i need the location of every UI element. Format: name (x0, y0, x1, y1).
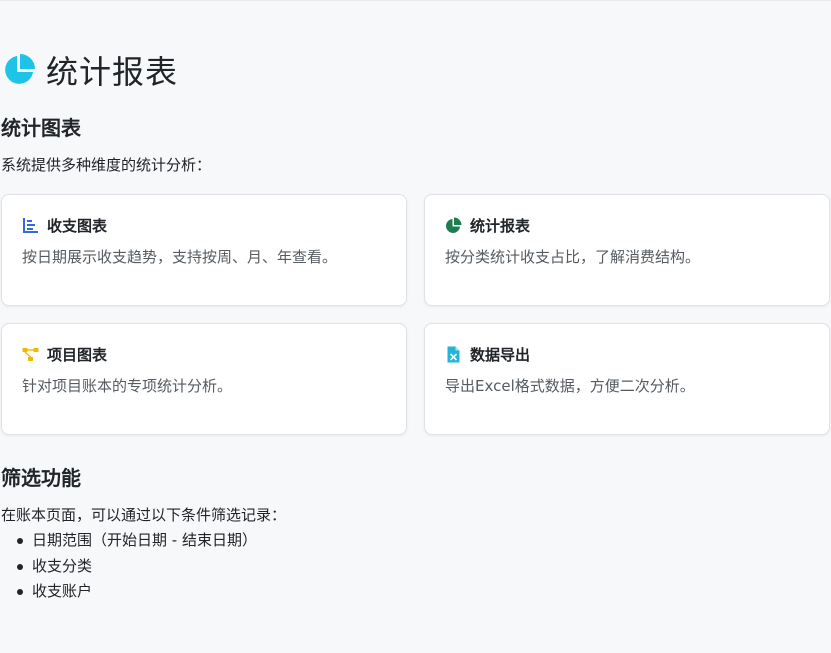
page-title-text: 统计报表 (46, 53, 179, 91)
card-statistics-report[interactable]: 统计报表 按分类统计收支占比，了解消费结构。 (424, 194, 830, 306)
card-title-text: 收支图表 (47, 217, 108, 235)
list-item: 日期范围（开始日期 - 结束日期） (17, 528, 257, 554)
card-project-chart[interactable]: 项目图表 针对项目账本的专项统计分析。 (1, 323, 407, 435)
filter-criteria-list: 日期范围（开始日期 - 结束日期） 收支分类 收支账户 (0, 528, 257, 605)
page-title: 统计报表 (2, 47, 178, 93)
card-description: 针对项目账本的专项统计分析。 (22, 377, 233, 395)
filter-section-intro: 在账本页面，可以通过以下条件筛选记录： (1, 506, 287, 524)
diagram-icon (22, 348, 39, 361)
pie-chart-icon (446, 217, 462, 233)
card-description: 按分类统计收支占比，了解消费结构。 (445, 248, 701, 266)
list-item: 收支分类 (17, 554, 257, 580)
card-title: 统计报表 (445, 215, 530, 236)
excel-file-icon (447, 346, 460, 363)
card-title: 数据导出 (445, 344, 530, 365)
top-border (0, 0, 831, 1)
card-income-expense-chart[interactable]: 收支图表 按日期展示收支趋势，支持按周、月、年查看。 (1, 194, 407, 306)
list-item: 收支账户 (17, 579, 257, 605)
card-description: 导出Excel格式数据，方便二次分析。 (445, 377, 695, 395)
card-title-text: 统计报表 (470, 217, 531, 235)
card-title: 项目图表 (22, 344, 107, 365)
card-description: 按日期展示收支趋势，支持按周、月、年查看。 (22, 248, 338, 266)
card-title-text: 数据导出 (470, 346, 531, 364)
pie-chart-icon (5, 54, 35, 84)
charts-section-intro: 系统提供多种维度的统计分析： (1, 156, 212, 174)
bar-chart-icon (23, 218, 38, 233)
charts-section-heading: 统计图表 (1, 116, 81, 140)
card-title: 收支图表 (22, 215, 107, 236)
filter-section-heading: 筛选功能 (1, 466, 81, 490)
card-title-text: 项目图表 (47, 346, 108, 364)
card-data-export[interactable]: 数据导出 导出Excel格式数据，方便二次分析。 (424, 323, 830, 435)
